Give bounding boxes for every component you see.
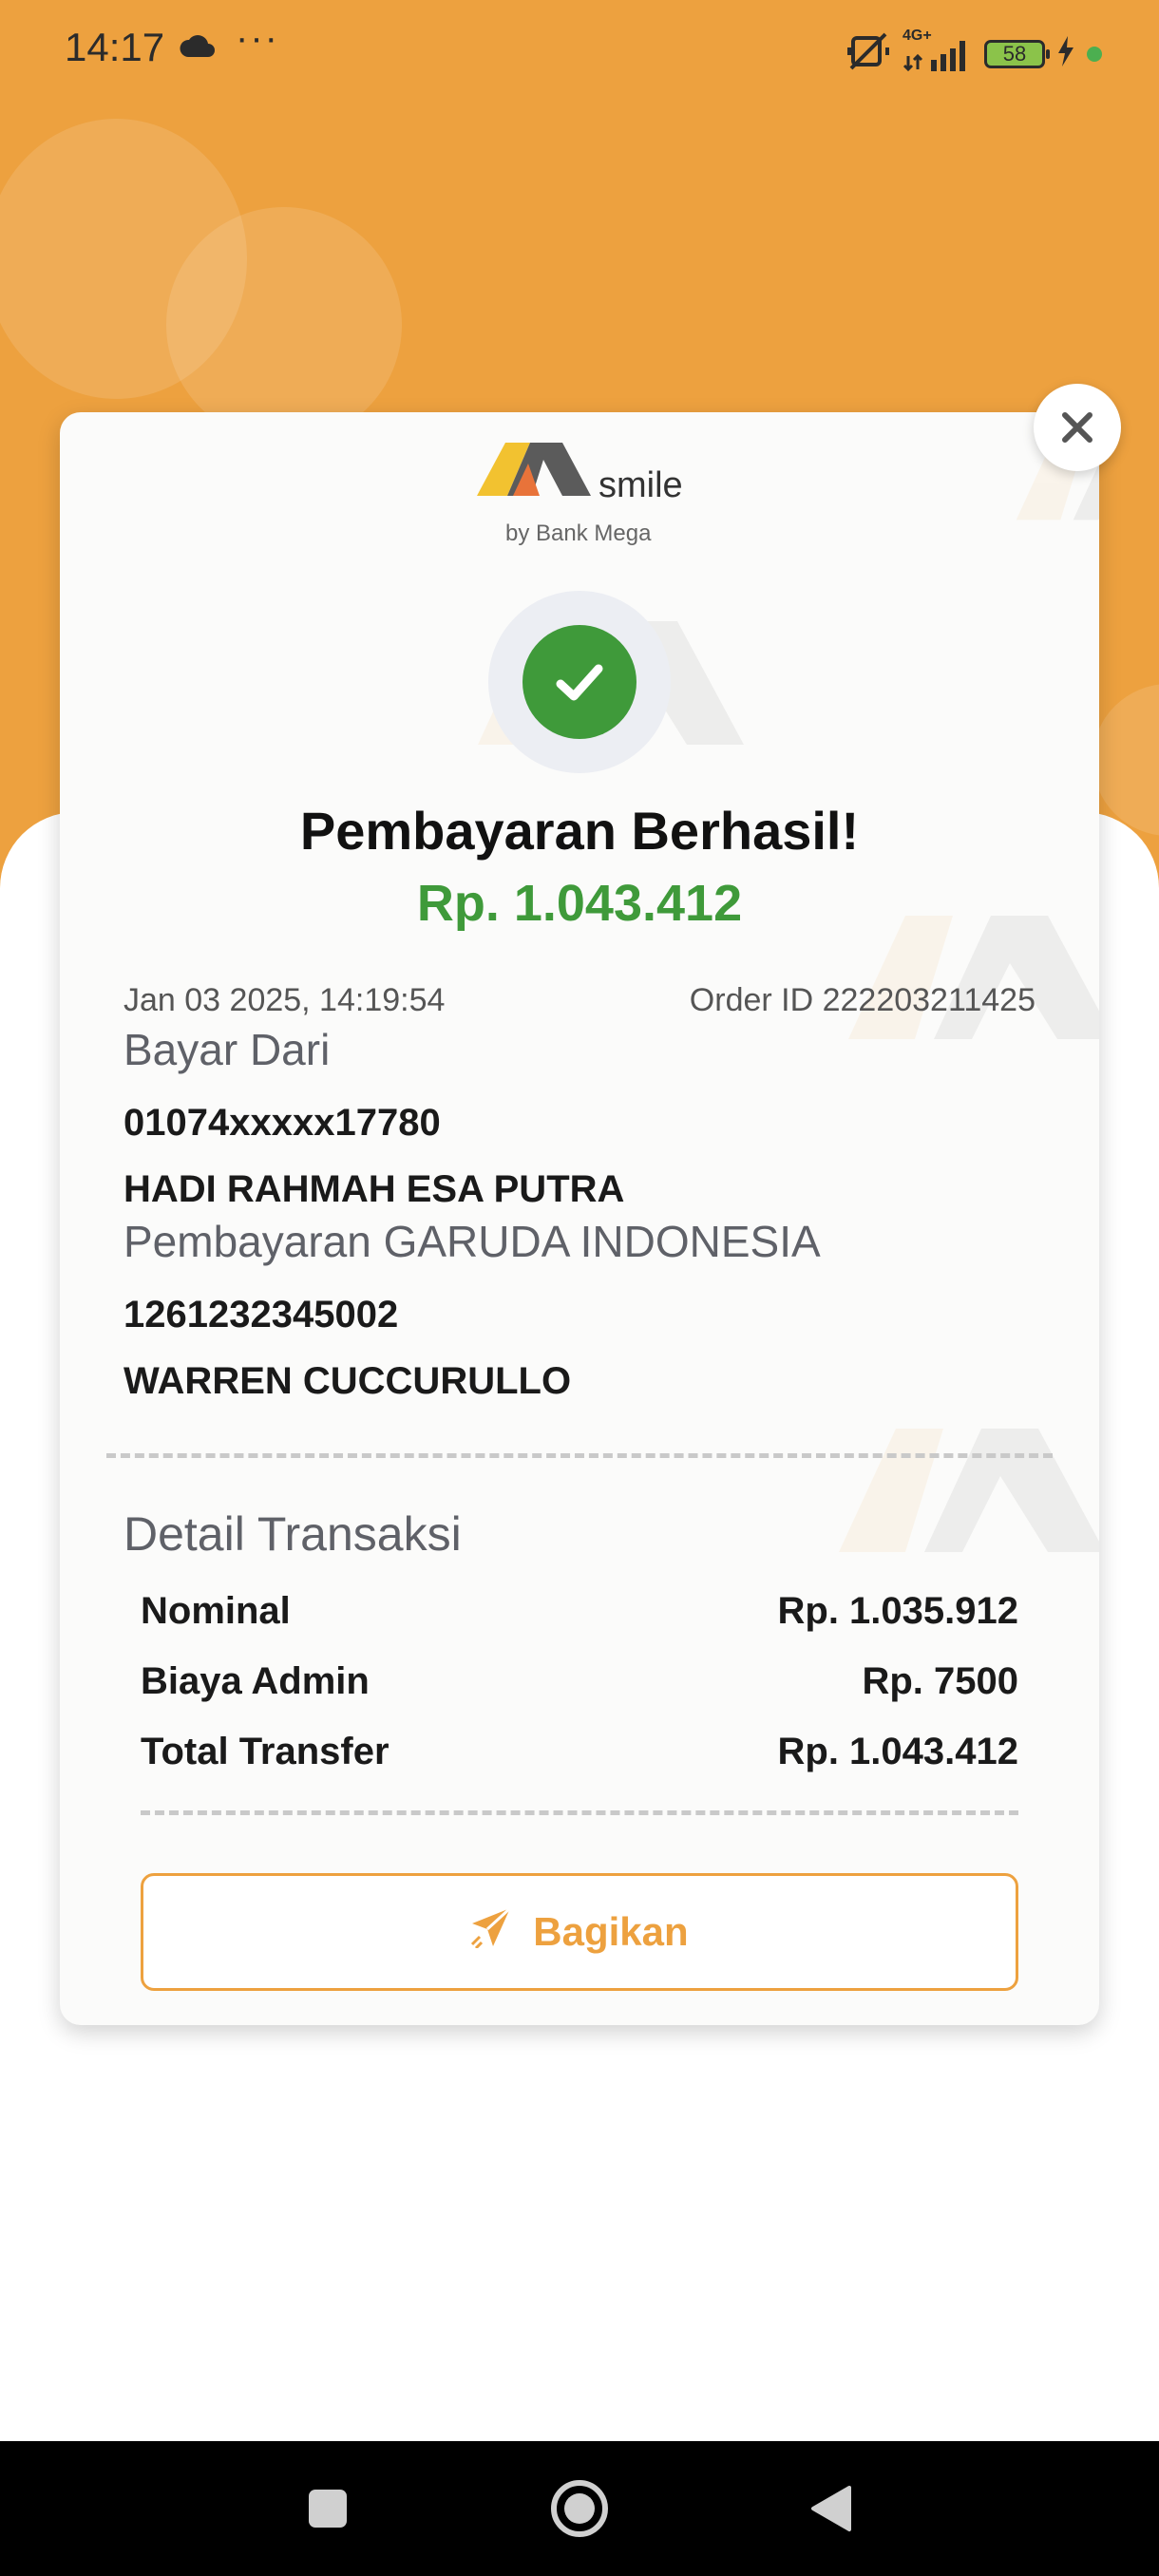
detail-value: Rp. 1.035.912 <box>777 1590 1019 1632</box>
detail-section-title: Detail Transaksi <box>124 1507 462 1561</box>
from-label: Bayar Dari <box>124 1025 331 1074</box>
close-button[interactable] <box>1034 384 1121 471</box>
detail-label: Total Transfer <box>141 1731 390 1772</box>
status-time: 14:17 <box>65 25 165 69</box>
payment-amount: Rp. 1.043.412 <box>416 875 743 932</box>
detail-row-total: Total Transfer Rp. 1.043.412 <box>141 1731 1018 1773</box>
order-id: Order ID 222203211425 <box>689 982 1036 1018</box>
customer-number: 1261232345002 <box>124 1294 399 1335</box>
charging-icon <box>1056 36 1075 71</box>
from-account-name: HADI RAHMAH ESA PUTRA <box>124 1168 625 1210</box>
check-icon <box>522 625 636 739</box>
system-navigation-bar <box>0 2441 1159 2576</box>
paper-plane-icon <box>470 1906 512 1958</box>
mute-vibrate-icon <box>846 30 891 77</box>
from-account-number: 01074xxxxx17780 <box>124 1102 441 1144</box>
brand-subtitle: by Bank Mega <box>505 521 652 546</box>
payment-target-label: Pembayaran GARUDA INDONESIA <box>124 1217 821 1266</box>
detail-label: Nominal <box>141 1590 291 1632</box>
detail-label: Biaya Admin <box>141 1660 370 1702</box>
detail-row-nominal: Nominal Rp. 1.035.912 <box>141 1590 1018 1633</box>
detail-row-admin-fee: Biaya Admin Rp. 7500 <box>141 1660 1018 1703</box>
logo-mark-icon <box>477 443 591 496</box>
share-label: Bagikan <box>533 1909 689 1954</box>
back-triangle-icon <box>811 2486 851 2531</box>
back-button[interactable] <box>788 2441 874 2576</box>
transaction-date: Jan 03 2025, 14:19:54 <box>124 982 446 1018</box>
cloud-icon <box>179 34 217 64</box>
decorative-circle <box>166 207 402 443</box>
network-type: 4G+ <box>902 27 932 44</box>
signal-icon: 4G+ <box>902 28 973 71</box>
brand-name: smile <box>598 465 683 505</box>
square-icon <box>309 2490 347 2528</box>
more-notifications-icon: ··· <box>236 17 279 59</box>
detail-value: Rp. 1.043.412 <box>777 1731 1019 1772</box>
success-indicator <box>488 591 671 773</box>
status-icons: 4G+ 58 <box>846 28 1102 77</box>
battery-icon: 58 <box>984 39 1050 68</box>
payment-status-title: Pembayaran Berhasil! <box>299 801 860 861</box>
home-circle-icon <box>551 2480 608 2537</box>
home-button[interactable] <box>537 2441 622 2576</box>
status-bar: 14:17 ··· 4G+ 58 <box>0 0 1159 104</box>
customer-name: WARREN CUCCURULLO <box>124 1360 572 1402</box>
share-button[interactable]: Bagikan <box>141 1873 1018 1991</box>
divider <box>141 1810 1018 1815</box>
privacy-indicator-icon <box>1087 46 1102 62</box>
recent-apps-button[interactable] <box>285 2441 370 2576</box>
watermark-logo <box>839 1429 1099 1552</box>
close-icon <box>1062 412 1092 443</box>
divider <box>106 1453 1053 1458</box>
detail-value: Rp. 7500 <box>862 1660 1018 1702</box>
bank-logo: smile by Bank Mega <box>475 441 694 555</box>
